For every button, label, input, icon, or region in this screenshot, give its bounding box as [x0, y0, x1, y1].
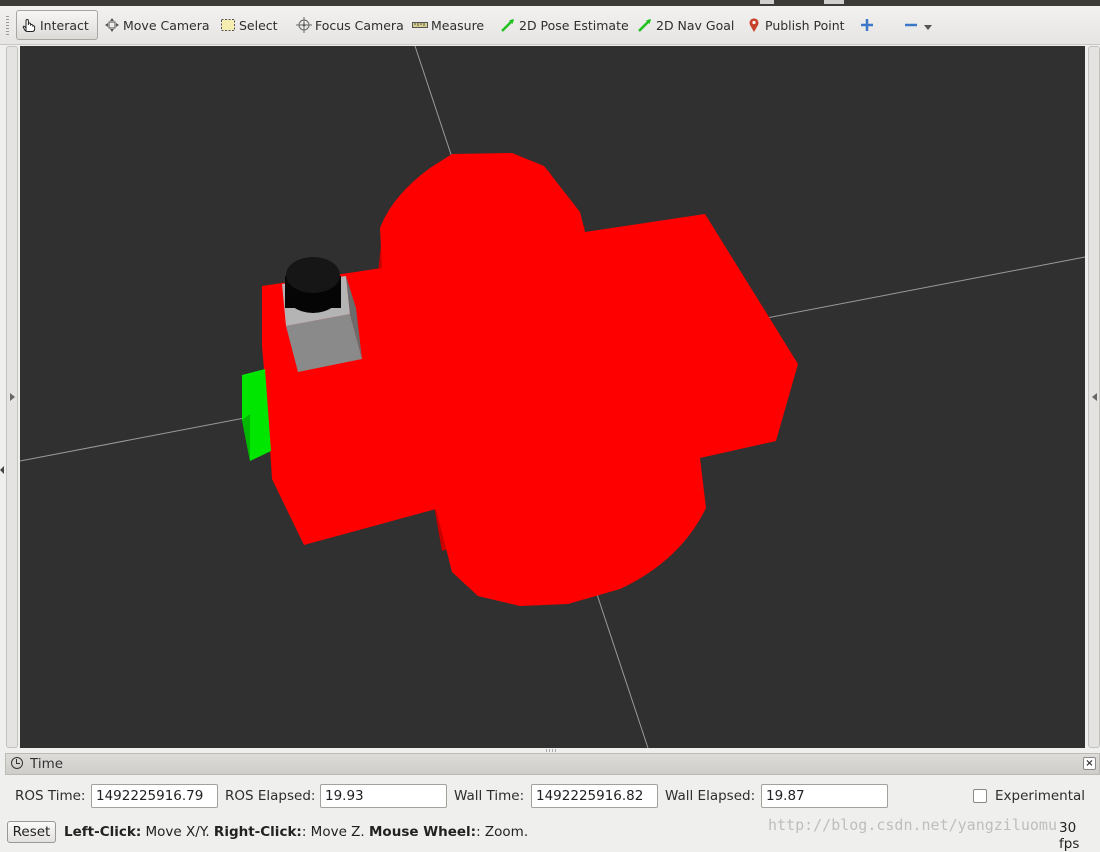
- minus-icon: [903, 17, 919, 33]
- watermark-text: http://blog.csdn.net/yangziluomu: [768, 816, 1057, 834]
- tool-toolbar: Interact Move Camera Select Focus Camera…: [0, 6, 1100, 45]
- focus-camera-icon: [296, 17, 312, 33]
- select-box-icon: [220, 17, 236, 33]
- time-panel-title: Time: [30, 756, 64, 772]
- left-edge-arrow-icon: [0, 466, 4, 474]
- tool-2d-pose-estimate[interactable]: 2D Pose Estimate: [496, 10, 633, 40]
- mouse-hint-text: Left-Click: Move X/Y. Right-Click:: Move…: [64, 824, 528, 840]
- ros-elapsed-field[interactable]: [320, 784, 447, 808]
- window-control-icon: [824, 0, 844, 4]
- hint-wheel: Mouse Wheel:: [369, 824, 477, 840]
- tool-move-camera[interactable]: Move Camera: [100, 10, 214, 40]
- ros-elapsed-label: ROS Elapsed:: [225, 788, 316, 804]
- hint-wheel-action: : Zoom.: [476, 824, 529, 840]
- clock-icon: [11, 757, 23, 769]
- reset-button[interactable]: Reset: [7, 821, 56, 843]
- wall-time-label: Wall Time:: [454, 788, 525, 804]
- fps-counter: 30 fps: [1059, 820, 1080, 852]
- tool-label: Measure: [431, 17, 485, 33]
- right-dock-handle[interactable]: [1088, 46, 1100, 748]
- left-dock-handle[interactable]: [6, 46, 18, 748]
- hand-pointer-icon: [21, 17, 37, 33]
- tool-focus-camera[interactable]: Focus Camera: [292, 10, 408, 40]
- expand-left-icon: [10, 393, 15, 401]
- tool-label: Move Camera: [123, 17, 210, 33]
- wall-time-field[interactable]: [531, 784, 658, 808]
- scene-canvas: [20, 46, 1085, 748]
- tool-2d-nav-goal[interactable]: 2D Nav Goal: [633, 10, 738, 40]
- tool-label: Select: [239, 17, 278, 33]
- laser-sensor-cap-top: [286, 257, 340, 293]
- robot-caster-shade: [242, 414, 250, 461]
- wall-elapsed-label: Wall Elapsed:: [665, 788, 756, 804]
- hint-left-action: Move X/Y.: [141, 824, 214, 840]
- time-panel-header: Time ×: [5, 753, 1100, 775]
- move-camera-icon: [104, 17, 120, 33]
- time-panel-row: ROS Time: ROS Elapsed: Wall Time: Wall E…: [0, 778, 1100, 814]
- ruler-icon: [412, 17, 428, 33]
- tool-label: Interact: [40, 17, 89, 33]
- hint-right-action: : Move Z.: [301, 824, 369, 840]
- experimental-label: Experimental: [995, 788, 1086, 804]
- plus-icon: [859, 17, 875, 33]
- hint-left-click: Left-Click:: [64, 824, 142, 840]
- hint-right-click: Right-Click:: [213, 824, 302, 840]
- splitter-handle[interactable]: [546, 749, 558, 752]
- wall-elapsed-field[interactable]: [761, 784, 888, 808]
- tool-label: Focus Camera: [315, 17, 404, 33]
- close-icon[interactable]: ×: [1083, 757, 1096, 770]
- toolbar-grip[interactable]: [6, 16, 9, 36]
- tool-label: 2D Pose Estimate: [519, 17, 629, 33]
- expand-right-icon: [1092, 393, 1097, 401]
- robot-body: [262, 153, 798, 606]
- green-arrow-icon: [637, 17, 653, 33]
- window-control-icon: [760, 0, 774, 4]
- tool-select[interactable]: Select: [216, 10, 282, 40]
- chevron-down-icon[interactable]: [924, 24, 932, 30]
- ros-time-label: ROS Time:: [15, 788, 86, 804]
- tool-label: Publish Point: [765, 17, 845, 33]
- add-tool-button[interactable]: [855, 10, 882, 40]
- remove-tool-button[interactable]: [899, 10, 936, 40]
- green-arrow-icon: [500, 17, 516, 33]
- tool-label: 2D Nav Goal: [656, 17, 735, 33]
- tool-publish-point[interactable]: Publish Point: [742, 10, 849, 40]
- tool-interact[interactable]: Interact: [16, 10, 98, 40]
- ros-time-field[interactable]: [91, 784, 218, 808]
- map-pin-icon: [746, 17, 762, 33]
- experimental-checkbox[interactable]: [973, 789, 987, 803]
- 3d-render-viewport[interactable]: [20, 46, 1085, 748]
- tool-measure[interactable]: Measure: [408, 10, 488, 40]
